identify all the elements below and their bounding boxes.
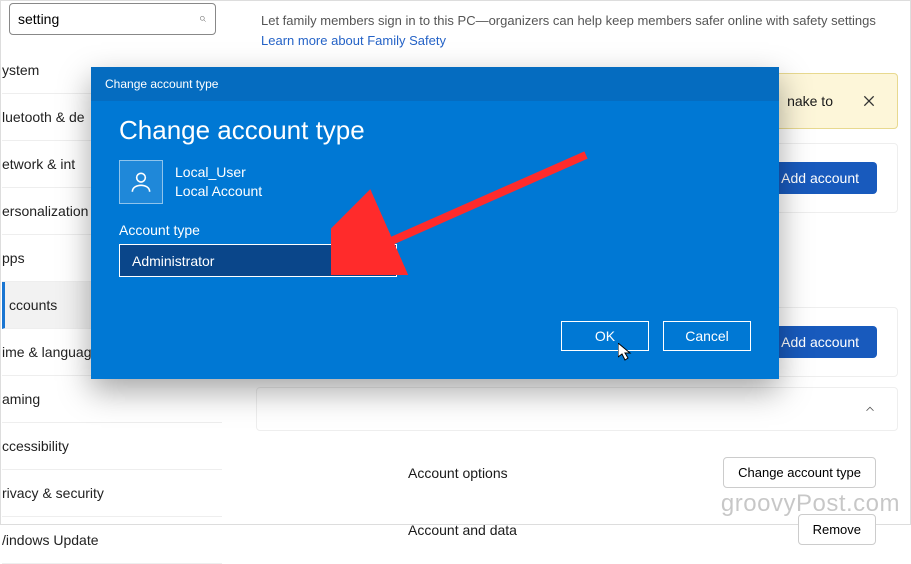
sidebar-item-privacy[interactable]: rivacy & security	[2, 470, 222, 517]
person-icon	[128, 169, 154, 195]
add-account-button[interactable]: Add account	[763, 162, 877, 194]
add-account-button-2[interactable]: Add account	[763, 326, 877, 358]
sidebar-item-accessibility[interactable]: ccessibility	[2, 423, 222, 470]
watermark: groovyPost.com	[721, 490, 900, 518]
account-type-select[interactable]: Administrator	[119, 244, 397, 277]
account-type-label: Account type	[119, 222, 751, 238]
remove-button[interactable]: Remove	[798, 514, 876, 545]
account-options-label: Account options	[408, 465, 508, 481]
user-avatar	[119, 160, 163, 204]
sidebar-item-windows-update[interactable]: /indows Update	[2, 517, 222, 564]
change-account-type-dialog: Change account type Change account type …	[91, 67, 779, 379]
family-safety-link[interactable]: Learn more about Family Safety	[261, 33, 446, 48]
chevron-up-icon	[863, 402, 877, 416]
dialog-titlebar: Change account type	[91, 67, 779, 101]
change-account-type-button[interactable]: Change account type	[723, 457, 876, 488]
chevron-down-icon	[372, 255, 384, 267]
account-type-value: Administrator	[132, 253, 214, 269]
banner-text: nake to	[787, 93, 833, 109]
expand-row[interactable]	[256, 387, 898, 431]
cancel-button[interactable]: Cancel	[663, 321, 751, 351]
close-icon[interactable]	[861, 93, 877, 109]
dialog-heading: Change account type	[119, 115, 751, 146]
user-info: Local_User Local Account	[175, 163, 262, 201]
ok-button[interactable]: OK	[561, 321, 649, 351]
account-data-label: Account and data	[408, 522, 517, 538]
sidebar-item-gaming[interactable]: aming	[2, 376, 222, 423]
